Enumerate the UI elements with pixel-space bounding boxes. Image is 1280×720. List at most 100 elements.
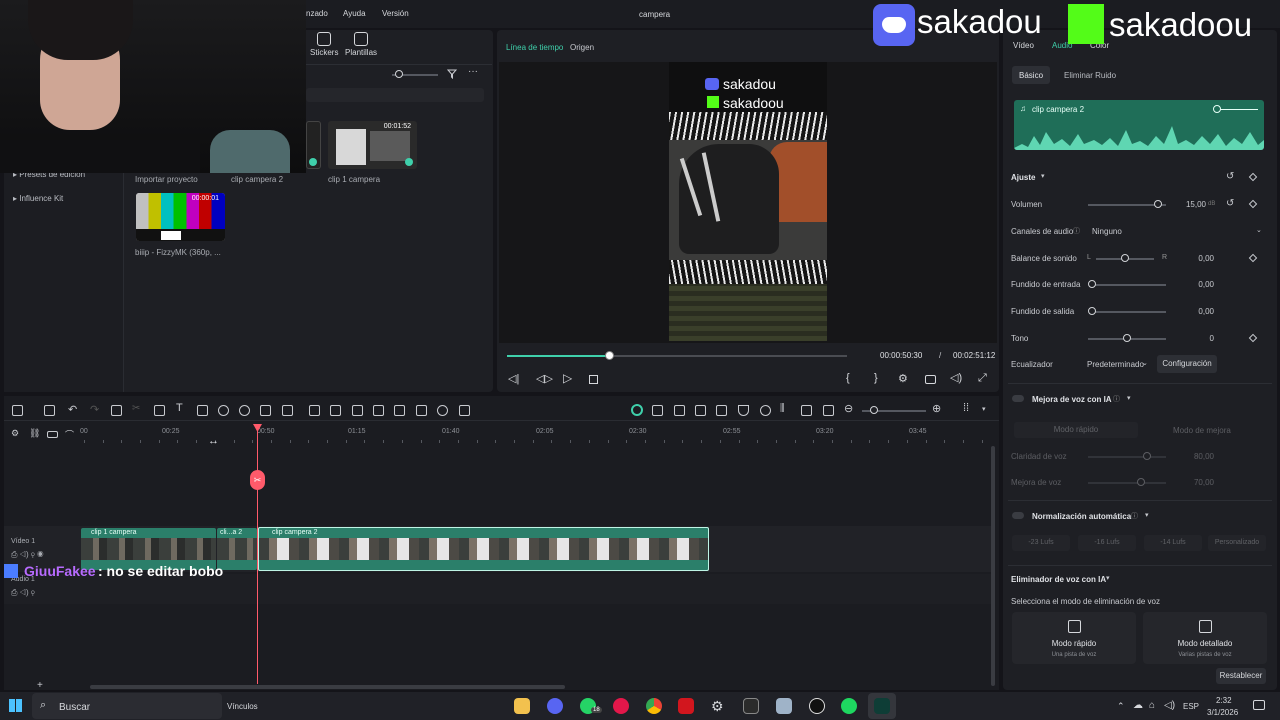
tab-source[interactable]: Origen	[570, 43, 594, 52]
balance-knob[interactable]	[1121, 254, 1129, 262]
grid-icon[interactable]: ⁞⁞	[963, 402, 969, 414]
search-bar[interactable]	[306, 88, 484, 102]
fade-in-knob[interactable]	[1088, 280, 1096, 288]
chevron-down-icon[interactable]: ▾	[1145, 511, 1149, 519]
subtab-basic[interactable]: Básico	[1019, 71, 1043, 80]
thumb-size-knob[interactable]	[395, 70, 403, 78]
cut-icon[interactable]: ✂	[132, 403, 140, 414]
snap-icon[interactable]	[695, 405, 706, 416]
balance-value[interactable]: 0,00	[1188, 254, 1214, 263]
improve-value[interactable]: 70,00	[1188, 478, 1214, 487]
video-editor-icon[interactable]	[874, 698, 890, 714]
improve-knob[interactable]	[1137, 478, 1145, 486]
tone-value[interactable]: 0	[1188, 334, 1214, 343]
captions-icon[interactable]	[47, 431, 58, 438]
fit-icon[interactable]	[823, 405, 834, 416]
more-icon[interactable]: ···	[468, 66, 478, 77]
improve-slider[interactable]	[1088, 482, 1166, 484]
volume-knob[interactable]	[1154, 200, 1162, 208]
audio-clip-waveform[interactable]: ♫ clip campera 2	[1014, 100, 1264, 150]
stabilize-icon[interactable]	[373, 405, 384, 416]
app-icon[interactable]	[776, 698, 792, 714]
mask-icon[interactable]	[282, 405, 293, 416]
clarity-value[interactable]: 80,00	[1188, 452, 1214, 461]
network-icon[interactable]: ⌂	[1149, 700, 1155, 711]
step-back-icon[interactable]: ◁▷	[536, 372, 553, 385]
track-controls-icon[interactable]: ⎙ ◁) ⚲ ◉	[11, 550, 43, 560]
file-explorer-icon[interactable]	[514, 698, 530, 714]
split-scissors-icon[interactable]: ✂	[250, 470, 265, 490]
windows-start-icon[interactable]	[9, 699, 22, 712]
clarity-knob[interactable]	[1143, 452, 1151, 460]
tab-timeline[interactable]: Línea de tiempo	[506, 43, 563, 52]
volume-value[interactable]: 15,00	[1180, 200, 1206, 209]
track-controls-icon[interactable]: ⎙ ◁) ⚲	[11, 588, 35, 598]
fade-in-slider[interactable]	[1090, 284, 1166, 286]
lufs-option[interactable]: -23 Lufs	[1012, 535, 1070, 551]
chevron-down-icon[interactable]: ▾	[1041, 172, 1045, 180]
equalizer-config-button[interactable]: Configuración	[1157, 355, 1217, 373]
reset-icon[interactable]: ↺	[1226, 171, 1234, 182]
audio-sync-icon[interactable]	[801, 405, 812, 416]
auto-normalize-toggle[interactable]	[1012, 512, 1024, 519]
discord-taskbar-icon[interactable]	[547, 698, 563, 714]
preview-video[interactable]: sakadou sakadoou	[669, 62, 827, 341]
magnet-icon[interactable]: ⌒	[65, 428, 74, 441]
riot-icon[interactable]	[678, 698, 694, 714]
volume-icon[interactable]: ◁)	[1164, 700, 1175, 711]
lufs-option[interactable]: -14 Lufs	[1144, 535, 1202, 551]
mode-enhance-button[interactable]: Modo de mejora	[1173, 426, 1231, 435]
link-icon[interactable]	[716, 405, 727, 416]
mark-out-icon[interactable]: }	[874, 372, 878, 384]
playhead-line[interactable]	[257, 424, 258, 684]
menu-item-version[interactable]: Versión	[382, 9, 409, 18]
sidebar-item-influence-kit[interactable]: ▸ Influence Kit	[13, 194, 63, 203]
epic-games-icon[interactable]	[743, 698, 759, 714]
mark-in-icon[interactable]: {	[846, 372, 850, 384]
clock-time[interactable]: 2:32	[1216, 696, 1232, 705]
redo-icon[interactable]: ↷	[90, 403, 99, 416]
templates-icon[interactable]	[354, 32, 368, 46]
voice-enhance-toggle[interactable]	[1012, 395, 1024, 402]
chevron-down-icon[interactable]: ▾	[1106, 574, 1110, 582]
mode-fast-button[interactable]: Modo rápido	[1014, 422, 1138, 438]
layout-icon[interactable]	[12, 405, 23, 416]
add-track-icon[interactable]: +	[37, 680, 43, 691]
expand-icon[interactable]	[459, 405, 470, 416]
menu-item-advanced[interactable]: nzado	[306, 9, 328, 18]
remover-detail-card[interactable]: Modo detallado Varias pistas de voz	[1143, 612, 1267, 664]
fade-out-slider[interactable]	[1090, 311, 1166, 313]
stickers-icon[interactable]	[317, 32, 331, 46]
settings-icon[interactable]: ⚙	[711, 698, 724, 715]
zoom-icon[interactable]	[218, 405, 229, 416]
timeline-vscrollbar[interactable]	[991, 446, 995, 686]
taskbar-links[interactable]: Vínculos	[227, 702, 258, 711]
equalizer-select[interactable]: Predeterminado	[1087, 360, 1144, 369]
color-icon[interactable]	[437, 405, 448, 416]
fullscreen-icon[interactable]: ⤢	[978, 372, 987, 385]
fade-out-value[interactable]: 0,00	[1188, 307, 1214, 316]
track-settings-icon[interactable]: ⚙	[11, 428, 19, 439]
prev-frame-icon[interactable]: ◁|	[508, 372, 519, 385]
timeline-clip-selected[interactable]: clip campera 2	[258, 527, 709, 571]
zoom-in-icon[interactable]: ⊕	[932, 402, 941, 415]
templates-tab[interactable]: Plantillas	[345, 48, 377, 57]
mixer-icon[interactable]: ⫼	[780, 403, 785, 414]
select-icon[interactable]	[44, 405, 55, 416]
language-indicator[interactable]: ESP	[1183, 702, 1199, 711]
volume-icon[interactable]: ◁)	[950, 371, 962, 384]
ai-assistant-icon[interactable]	[631, 404, 643, 416]
remover-fast-card[interactable]: Modo rápido Una pista de voz	[1012, 612, 1136, 664]
shield-icon[interactable]	[738, 405, 749, 416]
lufs-option[interactable]: -16 Lufs	[1078, 535, 1136, 551]
audio-channels-select[interactable]: Ninguno	[1092, 227, 1122, 236]
ai-effect-icon[interactable]	[330, 405, 341, 416]
clock-date[interactable]: 3/1/2026	[1207, 708, 1238, 717]
mic-icon[interactable]	[760, 405, 771, 416]
fade-out-knob[interactable]	[1088, 307, 1096, 315]
link-icon[interactable]: ⛓	[29, 428, 40, 439]
crop-zoom-icon[interactable]	[352, 405, 363, 416]
ai-tool-icon[interactable]	[309, 405, 320, 416]
export-frame-icon[interactable]	[394, 405, 405, 416]
menu-item-help[interactable]: Ayuda	[343, 9, 366, 18]
